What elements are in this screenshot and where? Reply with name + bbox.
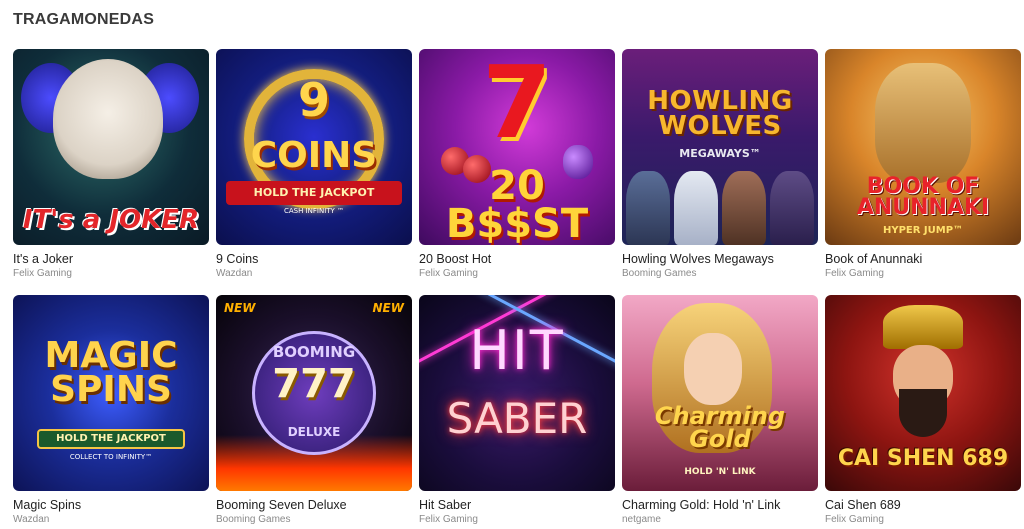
game-provider: netgame: [622, 514, 661, 525]
game-thumbnail[interactable]: NEW NEW BOOMING 777 DELUXE: [216, 295, 412, 491]
game-logo-text: Charming Gold: [654, 402, 786, 453]
game-title[interactable]: Hit Saber: [419, 498, 615, 512]
game-thumbnail[interactable]: HOWLING WOLVES MEGAWAYS™: [622, 49, 818, 245]
game-card-book-of-anunnaki[interactable]: BOOK OF ANUNNAKI HYPER JUMP™ Book of Anu…: [825, 49, 1021, 295]
game-logo-ribbon: HOLD THE JACKPOT: [37, 429, 185, 449]
game-logo-text: COINS: [250, 135, 378, 176]
game-provider: Booming Games: [622, 268, 697, 279]
anunnaki-head-art: [875, 63, 971, 183]
game-title[interactable]: Book of Anunnaki: [825, 252, 1021, 266]
game-provider: Felix Gaming: [825, 514, 884, 525]
game-card-howling-wolves-megaways[interactable]: HOWLING WOLVES MEGAWAYS™ Howling Wolves …: [622, 49, 818, 295]
joker-face-art: [53, 59, 163, 179]
game-provider: Felix Gaming: [825, 268, 884, 279]
game-logo-text: IT's a JOKER: [22, 205, 200, 236]
game-logo-ribbon: HOLD THE JACKPOT: [226, 181, 402, 205]
game-provider: Wazdan: [13, 514, 50, 525]
game-card-9-coins[interactable]: 9 COINS HOLD THE JACKPOT CASH INFINITY ™…: [216, 49, 412, 295]
game-card-magic-spins[interactable]: MAGIC SPINS HOLD THE JACKPOT COLLECT TO …: [13, 295, 209, 529]
game-thumbnail[interactable]: BOOK OF ANUNNAKI HYPER JUMP™: [825, 49, 1021, 245]
game-thumbnail[interactable]: CAI SHEN 689: [825, 295, 1021, 491]
game-logo-subtext: MEGAWAYS™: [679, 147, 761, 160]
game-provider: Booming Games: [216, 514, 291, 525]
game-logo-numeral: 9: [297, 73, 330, 127]
game-title[interactable]: Charming Gold: Hold 'n' Link: [622, 498, 818, 512]
game-title[interactable]: 9 Coins: [216, 252, 412, 266]
game-thumbnail[interactable]: 7 20 B$$ST HOT: [419, 49, 615, 245]
game-card-charming-gold[interactable]: Charming Gold HOLD 'N' LINK Charming Gol…: [622, 295, 818, 529]
game-title[interactable]: Howling Wolves Megaways: [622, 252, 818, 266]
game-title[interactable]: Booming Seven Deluxe: [216, 498, 412, 512]
games-grid: IT's a JOKER It's a Joker Felix Gaming 9…: [13, 49, 1021, 525]
game-logo-text: SABER: [446, 394, 588, 443]
game-card-booming-seven-deluxe[interactable]: NEW NEW BOOMING 777 DELUXE Booming Seven…: [216, 295, 412, 529]
character-face-art: [684, 333, 742, 405]
game-card-cai-shen-689[interactable]: CAI SHEN 689 Cai Shen 689 Felix Gaming: [825, 295, 1021, 529]
game-title[interactable]: It's a Joker: [13, 252, 209, 266]
game-logo-top-text: BOOMING: [272, 343, 356, 361]
wolf-art: [626, 171, 670, 245]
game-card-hit-saber[interactable]: HIT SABER Hit Saber Felix Gaming: [419, 295, 615, 529]
games-row: IT's a JOKER It's a Joker Felix Gaming 9…: [13, 49, 1021, 295]
game-logo-text: BOOK OF ANUNNAKI: [856, 174, 990, 220]
games-row: MAGIC SPINS HOLD THE JACKPOT COLLECT TO …: [13, 295, 1021, 529]
game-title[interactable]: Magic Spins: [13, 498, 209, 512]
wolf-art: [674, 171, 718, 245]
character-hat-art: [883, 305, 963, 349]
game-logo-subtext: CASH INFINITY ™: [283, 207, 345, 215]
game-provider: Felix Gaming: [419, 514, 478, 525]
wolf-art: [770, 171, 814, 245]
game-title[interactable]: Cai Shen 689: [825, 498, 1021, 512]
game-thumbnail[interactable]: IT's a JOKER: [13, 49, 209, 245]
game-logo-text: MAGIC SPINS: [44, 335, 178, 411]
new-badge: NEW: [372, 301, 404, 315]
game-logo-text: HOWLING WOLVES: [647, 86, 793, 141]
character-beard-art: [899, 389, 947, 437]
game-logo-numeral: 7: [482, 49, 552, 161]
game-provider: Felix Gaming: [13, 268, 72, 279]
game-provider: Wazdan: [216, 268, 253, 279]
game-card-its-a-joker[interactable]: IT's a JOKER It's a Joker Felix Gaming: [13, 49, 209, 295]
wolf-art: [722, 171, 766, 245]
new-badge: NEW: [224, 301, 256, 315]
game-logo-text: CAI SHEN 689: [837, 446, 1009, 471]
game-thumbnail[interactable]: 9 COINS HOLD THE JACKPOT CASH INFINITY ™: [216, 49, 412, 245]
game-logo-subtext: DELUXE: [287, 425, 341, 439]
game-logo-subtext: COLLECT TO INFINITY™: [69, 453, 153, 461]
game-thumbnail[interactable]: HIT SABER: [419, 295, 615, 491]
game-thumbnail[interactable]: Charming Gold HOLD 'N' LINK: [622, 295, 818, 491]
game-logo-top-text: HIT: [469, 319, 565, 382]
game-card-20-boost-hot[interactable]: 7 20 B$$ST HOT 20 Boost Hot Felix Gaming: [419, 49, 615, 295]
game-provider: Felix Gaming: [419, 268, 478, 279]
game-title[interactable]: 20 Boost Hot: [419, 252, 615, 266]
game-logo-subtext: HOLD 'N' LINK: [684, 467, 756, 477]
game-logo-text: 777: [272, 361, 356, 407]
section-title: TRAGAMONEDAS: [13, 11, 155, 28]
game-thumbnail[interactable]: MAGIC SPINS HOLD THE JACKPOT COLLECT TO …: [13, 295, 209, 491]
game-logo-subtext: HYPER JUMP™: [882, 225, 964, 236]
game-logo-text: 20 B$$ST HOT: [445, 163, 589, 245]
